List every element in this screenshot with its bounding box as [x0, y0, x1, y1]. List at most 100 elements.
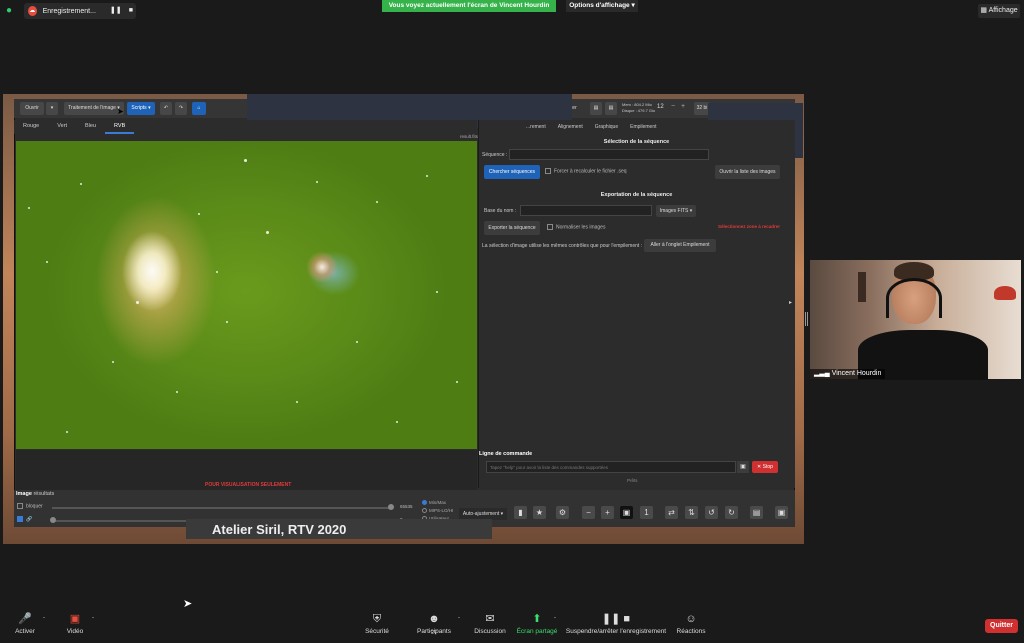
star: [46, 261, 48, 263]
snapshot-icon[interactable]: ▣: [775, 506, 788, 519]
processing-menu-button[interactable]: Traitement de l'image ▾: [64, 102, 124, 115]
color-map-icon[interactable]: ★: [533, 506, 546, 519]
radio-mips[interactable]: MIPS-LO/HI: [422, 508, 454, 514]
chat-label: Discussion: [474, 628, 506, 635]
tab-red[interactable]: Rouge: [14, 120, 48, 134]
share-screen-button[interactable]: ⬆ Écran partagé: [516, 612, 558, 635]
recording-pill[interactable]: ☁ Enregistrement... ❚❚ ■: [24, 3, 136, 19]
chevron-down-icon: ▾: [631, 2, 635, 9]
stop-icon[interactable]: ■: [126, 6, 136, 16]
panel-expand-arrow-icon[interactable]: ▸: [789, 299, 792, 306]
open-button[interactable]: Ouvrir: [20, 102, 44, 115]
base-name-input[interactable]: [520, 205, 652, 216]
quit-button[interactable]: Quitter: [985, 619, 1018, 633]
mirror-x-icon[interactable]: ⇄: [665, 506, 678, 519]
radio-dot: [422, 500, 427, 506]
star: [28, 207, 30, 209]
max-slider-knob[interactable]: [388, 504, 394, 510]
settings-gear-icon[interactable]: ⚙: [556, 506, 569, 519]
chat-bubble-icon: ✉: [485, 613, 495, 625]
camera-off-icon: ▣: [69, 613, 81, 625]
command-input[interactable]: Tapez "help" pour avoir la liste des com…: [486, 461, 736, 473]
search-sequences-button[interactable]: Chercher séquences: [484, 165, 540, 179]
pause-icon[interactable]: ❚❚: [110, 6, 122, 16]
reactions-button[interactable]: ☺ Réactions: [675, 612, 707, 635]
view-options-button[interactable]: Options d'affichage ▾: [566, 0, 638, 12]
zoom-in-icon[interactable]: +: [601, 506, 614, 519]
visualization-only-notice: POUR VISUALISATION SEULEMENT: [205, 482, 292, 488]
audio-options-chevron-icon[interactable]: ˆ: [43, 618, 45, 624]
video-button[interactable]: ▣ Vidéo: [60, 612, 90, 635]
share-banner: Vous voyez actuellement l'écran de Vince…: [382, 0, 556, 12]
shield-icon: ⛨: [372, 613, 382, 625]
sequence-label: Séquence :: [482, 152, 508, 158]
min-slider-knob[interactable]: [50, 517, 56, 523]
threads-value[interactable]: 12: [657, 104, 664, 110]
recording-control-button[interactable]: ❚❚ ■ Suspendre/arrêter l'enregistrement: [565, 612, 667, 635]
zoom-fit-icon[interactable]: ▣: [620, 506, 633, 519]
tab-plot[interactable]: Graphique: [589, 121, 624, 133]
open-image-list-button[interactable]: Ouvrir la liste des images: [715, 165, 780, 179]
smiley-icon: ☺: [685, 613, 697, 625]
stop-button[interactable]: ✕ Stop: [752, 461, 778, 473]
max-value[interactable]: 65535: [400, 504, 413, 509]
rotate-right-icon[interactable]: ↻: [725, 506, 738, 519]
zoom-out-icon[interactable]: −: [582, 506, 595, 519]
radio-mips-label: MIPS-LO/HI: [429, 508, 454, 513]
signal-icon: ▂▃▄: [814, 370, 830, 377]
link-toggle[interactable]: 🔗: [17, 516, 32, 522]
force-recalc-checkbox[interactable]: Forcer à recalculer le fichier .seq: [545, 168, 627, 174]
participant-name: Vincent Hourdin: [831, 370, 882, 377]
star: [356, 341, 358, 343]
redo-icon[interactable]: ↷: [175, 102, 187, 115]
mirror-y-icon[interactable]: ⇅: [685, 506, 698, 519]
lock-checkbox[interactable]: bloquer: [17, 503, 43, 509]
zoom-100-icon[interactable]: 1: [640, 506, 653, 519]
video-options-chevron-icon[interactable]: ˆ: [92, 618, 94, 624]
image-results-bold: Image: [16, 491, 32, 497]
tab-blue[interactable]: Bleu: [76, 120, 105, 134]
share-screen-icon: ⬆: [532, 613, 542, 625]
unmute-button[interactable]: 🎤 Activer: [10, 612, 40, 635]
security-button[interactable]: ⛨ Sécurité: [362, 612, 392, 635]
astro-image[interactable]: [16, 141, 477, 449]
participants-button[interactable]: ☻27 Participants: [414, 612, 454, 636]
display-button[interactable]: ▦ Affichage: [978, 4, 1020, 18]
radio-minmax-label: Min/Max: [429, 500, 447, 505]
max-slider[interactable]: [52, 507, 392, 509]
tab-green[interactable]: Vert: [48, 120, 76, 134]
close-icon: ✕: [757, 464, 762, 470]
panel-resize-handle[interactable]: [805, 312, 808, 326]
goto-stacking-button[interactable]: Aller à l'onglet Empilement: [644, 239, 716, 252]
share-options-chevron-icon[interactable]: ˆ: [554, 618, 556, 624]
clear-log-icon[interactable]: ▣: [737, 461, 749, 473]
star: [226, 321, 228, 323]
histogram-icon[interactable]: ▤: [750, 506, 763, 519]
tab-registration[interactable]: Alignement: [552, 121, 589, 133]
participants-label: Participants: [417, 628, 451, 635]
plus-icon[interactable]: +: [681, 103, 685, 110]
normalize-checkbox[interactable]: Normaliser les images: [547, 224, 605, 230]
tab-preprocessing[interactable]: ...rement: [520, 121, 552, 133]
star: [456, 381, 458, 383]
disk-icon: ▤: [605, 102, 617, 115]
scripts-menu-button[interactable]: Scripts ▾: [127, 102, 155, 115]
shield-icon[interactable]: ●: [6, 5, 16, 17]
radio-minmax[interactable]: Min/Max: [422, 500, 447, 506]
chat-button[interactable]: ✉ Discussion: [472, 612, 508, 635]
sequence-input[interactable]: [509, 149, 709, 160]
tab-stacking[interactable]: Empilement: [624, 121, 662, 133]
minus-icon[interactable]: −: [671, 103, 675, 110]
command-placeholder: Tapez "help" pour avoir la liste des com…: [490, 465, 609, 470]
open-menu-chevron-icon[interactable]: ▾: [46, 102, 58, 115]
negative-view-icon[interactable]: ▮: [514, 506, 527, 519]
pause-stop-icon: ❚❚ ■: [601, 613, 631, 625]
tab-rgb[interactable]: RVB: [105, 120, 135, 134]
undo-icon[interactable]: ↶: [160, 102, 172, 115]
format-select[interactable]: Images FITS ▾: [656, 205, 696, 217]
home-icon[interactable]: ⌂: [192, 102, 206, 115]
export-sequence-button[interactable]: Exporter la séquence: [484, 221, 540, 235]
star: [136, 301, 139, 304]
rotate-left-icon[interactable]: ↺: [705, 506, 718, 519]
participants-options-chevron-icon[interactable]: ˆ: [458, 618, 460, 624]
